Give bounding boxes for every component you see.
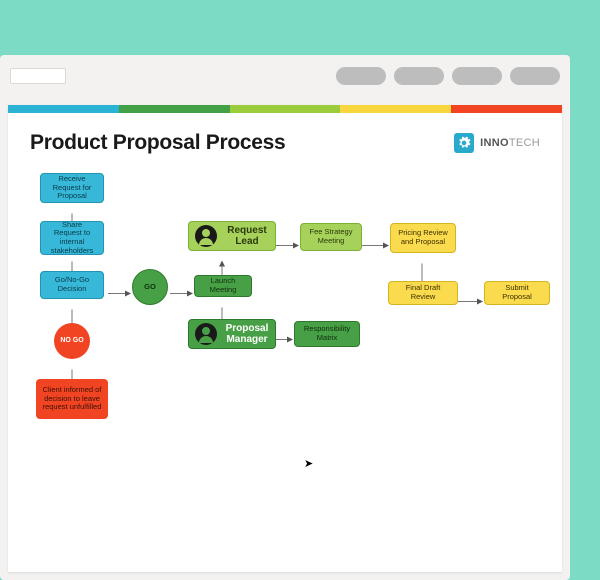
connectors <box>30 173 550 560</box>
node-go[interactable]: GO <box>132 269 168 305</box>
browser-topbar <box>0 55 570 97</box>
node-receive-request[interactable]: Receive Request for Proposal <box>40 173 104 203</box>
node-responsibility-matrix[interactable]: Responsibility Matrix <box>294 321 360 347</box>
node-launch-meeting[interactable]: Launch Meeting <box>194 275 252 297</box>
role-label: Proposal Manager <box>225 323 269 346</box>
node-request-lead[interactable]: Request Lead <box>188 221 276 251</box>
color-stripe <box>8 105 562 113</box>
toolbar-button[interactable] <box>336 67 386 85</box>
node-fee-strategy[interactable]: Fee Strategy Meeting <box>300 223 362 251</box>
flowchart: Receive Request for Proposal Share Reque… <box>30 173 550 560</box>
toolbar-button[interactable] <box>394 67 444 85</box>
page-title: Product Proposal Process <box>30 131 285 155</box>
node-no-go[interactable]: NO GO <box>54 323 90 359</box>
logo-text: INNOTECH <box>480 137 540 149</box>
browser-window: Product Proposal Process INNOTECH <box>0 55 570 580</box>
node-share-request[interactable]: Share Request to internal stakeholders <box>40 221 104 255</box>
person-icon <box>195 323 217 345</box>
cursor-icon: ➤ <box>304 457 313 470</box>
node-final-draft[interactable]: Final Draft Review <box>388 281 458 305</box>
toolbar-buttons <box>336 67 560 85</box>
url-bar[interactable] <box>10 68 66 84</box>
person-icon <box>195 225 217 247</box>
gear-icon <box>454 133 474 153</box>
diagram-canvas[interactable]: Product Proposal Process INNOTECH <box>8 105 562 572</box>
toolbar-button[interactable] <box>510 67 560 85</box>
node-submit-proposal[interactable]: Submit Proposal <box>484 281 550 305</box>
node-proposal-manager[interactable]: Proposal Manager <box>188 319 276 349</box>
node-pricing-review[interactable]: Pricing Review and Proposal <box>390 223 456 253</box>
brand-logo: INNOTECH <box>454 133 540 153</box>
toolbar-button[interactable] <box>452 67 502 85</box>
node-client-informed[interactable]: Client informed of decision to leave req… <box>36 379 108 419</box>
role-label: Request Lead <box>225 225 269 248</box>
node-go-nogo-decision[interactable]: Go/No-Go Decision <box>40 271 104 299</box>
